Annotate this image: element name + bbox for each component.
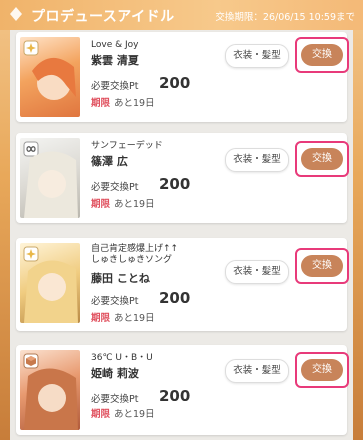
idol-art (24, 368, 78, 430)
costume-hairstyle-button[interactable]: 衣装・髪型 (225, 44, 289, 68)
limit-label: 期限 (91, 98, 111, 109)
idol-art (24, 151, 78, 218)
required-pt-value: 200 (159, 387, 191, 405)
exchange-button-highlight: 交換 (295, 352, 349, 388)
card-thumbnail[interactable] (20, 350, 80, 430)
exchange-deadline: 交換期限：26/06/15 10:59まで (215, 12, 355, 23)
character-name: 姫崎 莉波 (91, 367, 139, 380)
character-name: 篠澤 広 (91, 155, 128, 168)
card-thumbnail[interactable] (20, 243, 80, 323)
required-pt-value: 200 (159, 175, 191, 193)
exchange-button[interactable]: 交換 (301, 255, 343, 277)
limit-label: 期限 (91, 199, 111, 210)
idol-art (32, 57, 76, 100)
limit-row: 期限 あと19日 (91, 196, 155, 210)
required-pt-label: 必要交換Pt (91, 394, 139, 405)
exchange-button-highlight: 交換 (295, 141, 349, 177)
required-pt-value: 200 (159, 74, 191, 92)
costume-hairstyle-button[interactable]: 衣装・髪型 (225, 260, 289, 284)
page-title: プロデュースアイドル (31, 9, 175, 25)
limit-value: あと19日 (114, 409, 155, 420)
limit-label: 期限 (91, 313, 111, 324)
list-item: 自己肯定感爆上げ↑↑ しゅきしゅきソング 藤田 ことね 必要交換Pt 200 期… (16, 238, 349, 331)
costume-hairstyle-button[interactable]: 衣装・髪型 (225, 359, 289, 383)
card-name: サンフェーデッド (91, 141, 163, 151)
list-item: サンフェーデッド 篠澤 広 必要交換Pt 200 期限 あと19日 衣装・髪型 交… (16, 133, 349, 223)
limit-value: あと19日 (114, 199, 155, 210)
required-pt-label: 必要交換Pt (91, 81, 139, 92)
exchange-button-highlight: 交換 (295, 37, 349, 73)
exchange-button-highlight: 交換 (295, 248, 349, 284)
character-name: 紫雲 清夏 (91, 54, 139, 67)
required-pt-label: 必要交換Pt (91, 296, 139, 307)
card-name: Love & Joy (91, 40, 139, 50)
limit-value: あと19日 (114, 313, 155, 324)
limit-row: 期限 あと19日 (91, 310, 155, 324)
exchange-button[interactable]: 交換 (301, 148, 343, 170)
limit-row: 期限 あと19日 (91, 406, 155, 420)
card-name: 自己肯定感爆上げ↑↑ しゅきしゅきソング (91, 244, 179, 265)
section-header: プロデュースアイドル 交換期限：26/06/15 10:59まで (0, 0, 363, 30)
costume-hairstyle-button[interactable]: 衣装・髪型 (225, 148, 289, 172)
limit-label: 期限 (91, 409, 111, 420)
required-pt-label: 必要交換Pt (91, 182, 139, 193)
card-thumbnail[interactable] (20, 138, 80, 218)
limit-value: あと19日 (114, 98, 155, 109)
list-item: Love & Joy 紫雲 清夏 必要交換Pt 200 期限 あと19日 衣装・髪… (16, 32, 349, 122)
card-name: 36℃ U・B・U (91, 353, 153, 363)
exchange-button[interactable]: 交換 (301, 44, 343, 66)
list-item: 36℃ U・B・U 姫崎 莉波 必要交換Pt 200 期限 あと19日 衣装・髪型… (16, 345, 349, 435)
idol-art (24, 260, 78, 323)
exchange-button[interactable]: 交換 (301, 359, 343, 381)
limit-row: 期限 あと19日 (91, 95, 155, 109)
card-thumbnail[interactable] (20, 37, 80, 117)
character-name: 藤田 ことね (91, 272, 150, 285)
diamond-icon (10, 7, 22, 21)
required-pt-value: 200 (159, 289, 191, 307)
